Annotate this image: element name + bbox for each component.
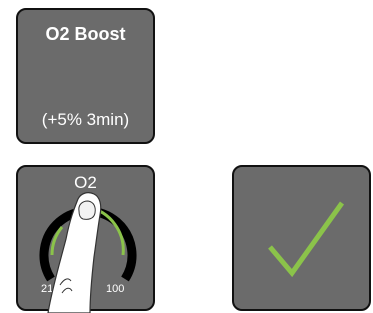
o2-boost-title: O2 Boost xyxy=(45,24,126,44)
o2-dial-tile[interactable]: O2 21 100 xyxy=(16,165,155,313)
checkmark-icon xyxy=(268,201,345,278)
o2-boost-subtitle: (+5% 3min) xyxy=(41,110,130,129)
finger-touch-icon xyxy=(47,192,102,313)
o2-boost-button[interactable]: O2 Boost (+5% 3min) xyxy=(16,8,155,144)
confirm-button[interactable] xyxy=(232,165,371,311)
